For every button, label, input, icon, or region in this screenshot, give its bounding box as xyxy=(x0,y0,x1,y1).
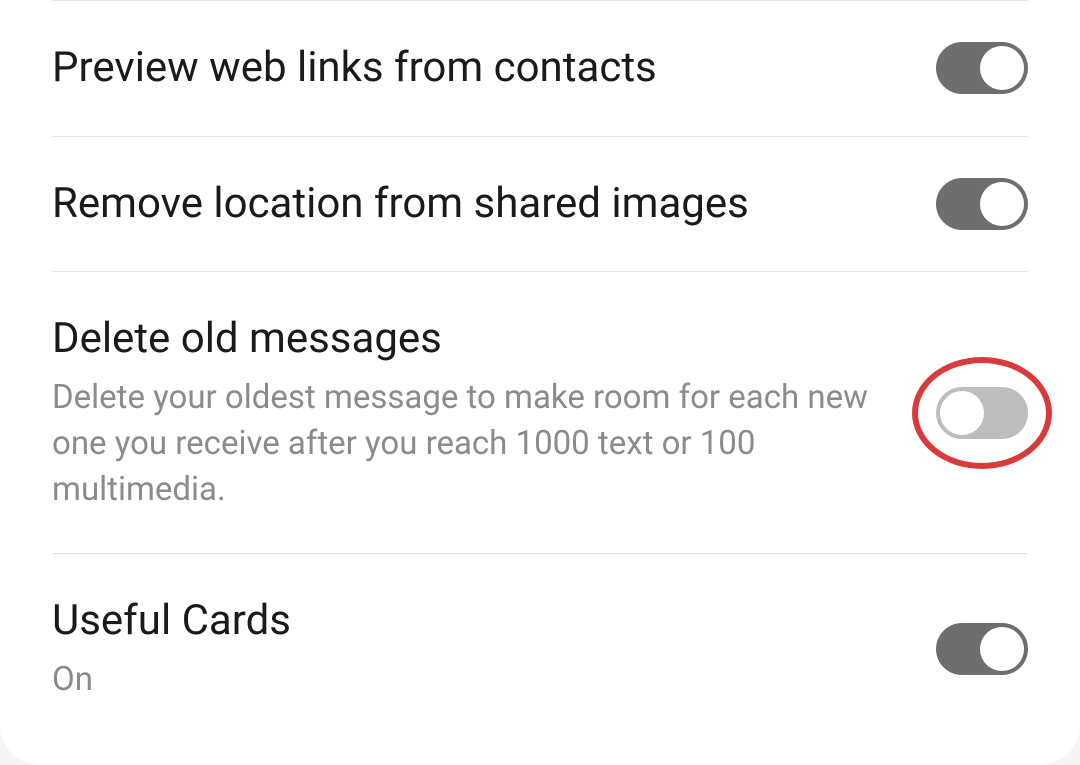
settings-panel: Preview web links from contacts Remove l… xyxy=(0,0,1080,765)
setting-row-remove-location[interactable]: Remove location from shared images xyxy=(52,137,1028,273)
setting-text: Preview web links from contacts xyxy=(52,41,936,96)
setting-title: Remove location from shared images xyxy=(52,177,906,232)
toggle-wrap xyxy=(936,42,1028,94)
setting-row-delete-old-messages[interactable]: Delete old messages Delete your oldest m… xyxy=(52,272,1028,554)
toggle-wrap-highlighted xyxy=(936,387,1028,439)
toggle-knob xyxy=(980,182,1024,226)
delete-old-messages-toggle[interactable] xyxy=(936,387,1028,439)
setting-text: Delete old messages Delete your oldest m… xyxy=(52,312,936,513)
settings-list: Preview web links from contacts Remove l… xyxy=(0,0,1080,743)
toggle-wrap xyxy=(936,178,1028,230)
setting-row-preview-links[interactable]: Preview web links from contacts xyxy=(52,0,1028,137)
setting-title: Preview web links from contacts xyxy=(52,41,906,96)
setting-text: Remove location from shared images xyxy=(52,177,936,232)
useful-cards-toggle[interactable] xyxy=(936,623,1028,675)
setting-text: Useful Cards On xyxy=(52,594,936,703)
toggle-knob xyxy=(980,46,1024,90)
toggle-knob xyxy=(980,627,1024,671)
setting-subtitle: On xyxy=(52,657,906,703)
setting-title: Useful Cards xyxy=(52,594,906,649)
setting-title: Delete old messages xyxy=(52,312,906,367)
toggle-wrap xyxy=(936,623,1028,675)
setting-subtitle: Delete your oldest message to make room … xyxy=(52,375,906,514)
toggle-knob xyxy=(940,391,984,435)
remove-location-toggle[interactable] xyxy=(936,178,1028,230)
setting-row-useful-cards[interactable]: Useful Cards On xyxy=(52,554,1028,743)
preview-links-toggle[interactable] xyxy=(936,42,1028,94)
